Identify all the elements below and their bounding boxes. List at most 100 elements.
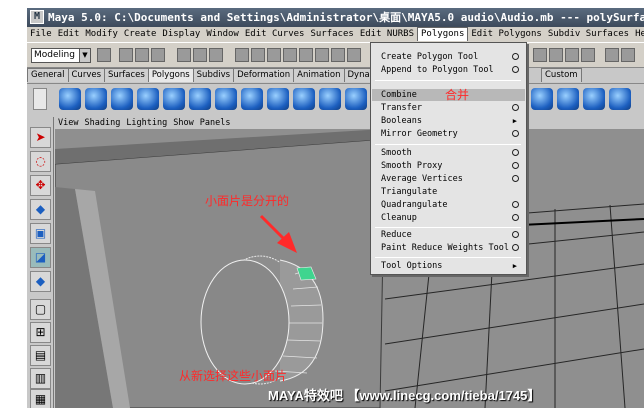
scale-tool-icon[interactable]: ▣ [30, 223, 51, 244]
mask-point-icon[interactable] [235, 48, 249, 62]
poly-merge-icon[interactable] [583, 88, 605, 110]
panel-menu-panels[interactable]: Panels [197, 118, 234, 128]
tab-polygons[interactable]: Polygons [147, 68, 194, 82]
menu-item-triangulate[interactable]: Triangulate [372, 186, 525, 198]
tab-general[interactable]: General [27, 68, 69, 82]
poly-collapse-icon[interactable] [609, 88, 631, 110]
open-scene-icon[interactable] [135, 48, 149, 62]
menu-item-smooth[interactable]: Smooth [372, 147, 525, 159]
select-by-hierarchy-icon[interactable] [177, 48, 191, 62]
poly-plane-icon[interactable] [163, 88, 185, 110]
tab-curves[interactable]: Curves [67, 68, 106, 82]
panel-menu-show[interactable]: Show [170, 118, 196, 128]
panel-menu-lighting[interactable]: Lighting [123, 118, 170, 128]
script-layout-icon[interactable]: ▦ [30, 389, 51, 408]
option-box-icon[interactable] [512, 244, 519, 251]
option-box-icon[interactable] [512, 214, 519, 221]
option-box-icon[interactable] [512, 231, 519, 238]
poly-separate-icon[interactable] [241, 88, 263, 110]
move-tool-icon[interactable]: ✥ [30, 175, 51, 196]
menu-modify[interactable]: Modify [82, 27, 121, 42]
menu-surfaces[interactable]: Surfaces [307, 27, 356, 42]
menu-item-average-vertices[interactable]: Average Vertices [372, 173, 525, 185]
menu-create[interactable]: Create [121, 27, 160, 42]
menu-edit[interactable]: Edit [55, 27, 83, 42]
tab-surfaces[interactable]: Surfaces [104, 68, 149, 82]
rotate-tool-icon[interactable]: ◆ [30, 199, 51, 220]
mask-curve-icon[interactable] [267, 48, 281, 62]
shelf-menu-icon[interactable] [33, 88, 47, 110]
option-box-icon[interactable] [512, 104, 519, 111]
poly-combine-icon[interactable] [215, 88, 237, 110]
perspective-viewport[interactable]: 小面片是分开的 从新选择这些小面片 [55, 129, 644, 408]
menu-help[interactable]: Help [632, 27, 644, 42]
option-box-icon[interactable] [512, 149, 519, 156]
select-tool-icon[interactable]: ➤ [30, 127, 51, 148]
poly-split-icon[interactable] [319, 88, 341, 110]
panel-menu-view[interactable]: View [55, 118, 81, 128]
new-scene-icon[interactable] [119, 48, 133, 62]
poly-extrude-icon[interactable] [345, 88, 367, 110]
mode-selector[interactable]: Modeling ▼ [31, 48, 91, 63]
mask-handle-icon[interactable] [251, 48, 265, 62]
tab-custom[interactable]: Custom [541, 68, 582, 82]
menu-item-smooth-proxy[interactable]: Smooth Proxy [372, 160, 525, 172]
menu-item-paint-reduce-weights-tool[interactable]: Paint Reduce Weights Tool [372, 242, 525, 254]
manipulator-tool-icon[interactable]: ◪ [30, 247, 51, 268]
snap-grid-icon[interactable] [533, 48, 547, 62]
selected-cylinder[interactable] [200, 255, 324, 385]
poly-cylinder-icon[interactable] [111, 88, 133, 110]
menu-item-booleans[interactable]: Booleans ▶ [372, 115, 525, 127]
tab-subdivs[interactable]: Subdivs [192, 68, 235, 82]
poly-smooth-icon[interactable] [293, 88, 315, 110]
option-box-icon[interactable] [512, 130, 519, 137]
tab-deformation[interactable]: Deformation [233, 68, 295, 82]
menu-item-quadrangulate[interactable]: Quadrangulate [372, 199, 525, 211]
menu-edit-curves[interactable]: Edit Curves [242, 27, 308, 42]
mask-misc-icon[interactable] [347, 48, 361, 62]
lasso-tool-icon[interactable]: ◌ [30, 151, 51, 172]
poly-cube-icon[interactable] [85, 88, 107, 110]
mask-joint-icon[interactable] [315, 48, 329, 62]
menu-item-cleanup[interactable]: Cleanup [372, 212, 525, 224]
menu-item-create-polygon-tool[interactable]: Create Polygon Tool [372, 51, 525, 63]
menu-item-reduce[interactable]: Reduce [372, 229, 525, 241]
poly-cone-icon[interactable] [137, 88, 159, 110]
editor-icon[interactable] [97, 48, 111, 62]
outliner-layout-icon[interactable]: ▤ [30, 345, 51, 366]
menu-file[interactable]: File [27, 27, 55, 42]
poly-torus-icon[interactable] [189, 88, 211, 110]
four-view-layout-icon[interactable]: ⊞ [30, 322, 51, 343]
save-scene-icon[interactable] [151, 48, 165, 62]
menu-item-append-to-polygon-tool[interactable]: Append to Polygon Tool [372, 64, 525, 76]
render-icon[interactable] [605, 48, 619, 62]
mask-surface-icon[interactable] [283, 48, 297, 62]
option-box-icon[interactable] [512, 201, 519, 208]
menu-item-mirror-geometry[interactable]: Mirror Geometry [372, 128, 525, 140]
menu-subdiv-surfaces[interactable]: Subdiv Surfaces [545, 27, 632, 42]
option-box-icon[interactable] [512, 162, 519, 169]
menu-window[interactable]: Window [203, 27, 242, 42]
tab-animation[interactable]: Animation [293, 68, 345, 82]
single-view-layout-icon[interactable]: ▢ [30, 299, 51, 320]
snap-view-icon[interactable] [581, 48, 595, 62]
graph-layout-icon[interactable]: ▥ [30, 368, 51, 389]
poly-wedge-icon[interactable] [531, 88, 553, 110]
select-by-object-icon[interactable] [193, 48, 207, 62]
menu-polygons[interactable]: Polygons [417, 27, 469, 41]
menu-edit-polygons[interactable]: Edit Polygons [468, 27, 544, 42]
menu-item-transfer[interactable]: Transfer [372, 102, 525, 114]
option-box-icon[interactable] [512, 175, 519, 182]
snap-curve-icon[interactable] [549, 48, 563, 62]
panel-menu-shading[interactable]: Shading [81, 118, 123, 128]
menu-item-tool-options[interactable]: Tool Options ▶ [372, 260, 525, 272]
mask-deform-icon[interactable] [299, 48, 313, 62]
poly-sphere-icon[interactable] [59, 88, 81, 110]
select-by-component-icon[interactable] [209, 48, 223, 62]
last-tool-icon[interactable]: ◆ [30, 271, 51, 292]
option-box-icon[interactable] [512, 66, 519, 73]
menu-display[interactable]: Display [159, 27, 203, 42]
option-box-icon[interactable] [512, 53, 519, 60]
snap-point-icon[interactable] [565, 48, 579, 62]
poly-bevel-icon[interactable] [557, 88, 579, 110]
